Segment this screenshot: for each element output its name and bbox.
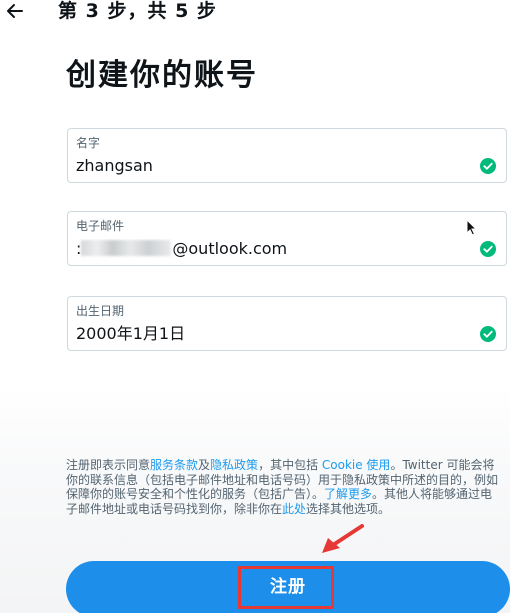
email-blurred-segment bbox=[81, 240, 172, 256]
email-field[interactable]: 电子邮件 : @outlook.com bbox=[67, 211, 507, 266]
back-button[interactable] bbox=[4, 0, 26, 22]
terms-text-segment: ，其中包括 bbox=[258, 458, 322, 472]
here-link[interactable]: 此处 bbox=[282, 502, 306, 516]
step-indicator: 第 3 步，共 5 步 bbox=[58, 0, 217, 22]
birthdate-field-value: 2000年1月1日 bbox=[76, 324, 186, 343]
check-circle-icon bbox=[480, 241, 496, 257]
arrow-left-icon bbox=[4, 0, 26, 22]
check-circle-icon bbox=[480, 326, 496, 342]
cookie-use-link[interactable]: Cookie 使用 bbox=[322, 458, 391, 472]
signup-step-page: 第 3 步，共 5 步 创建你的账号 名字 zhangsan 电子邮件 : @ou… bbox=[0, 0, 510, 613]
terms-text-segment: 选择其他选项。 bbox=[306, 501, 391, 516]
terms-text: 注册即表示同意服务条款及隐私政策，其中包括 Cookie 使用。Twitter … bbox=[66, 458, 500, 516]
terms-text-segment: 及 bbox=[198, 458, 211, 472]
page-title: 创建你的账号 bbox=[66, 58, 258, 93]
email-field-label: 电子邮件 bbox=[76, 219, 125, 233]
name-field-value: zhangsan bbox=[76, 156, 153, 175]
terms-of-service-link[interactable]: 服务条款 bbox=[150, 458, 198, 472]
name-field-label: 名字 bbox=[76, 136, 101, 150]
signup-button-label: 注册 bbox=[270, 577, 306, 597]
learn-more-link[interactable]: 了解更多 bbox=[324, 487, 372, 501]
birthdate-field-label: 出生日期 bbox=[76, 304, 125, 318]
check-circle-icon bbox=[480, 158, 496, 174]
terms-text-segment: 注册即表示同意 bbox=[66, 458, 151, 472]
birthdate-field[interactable]: 出生日期 2000年1月1日 bbox=[67, 296, 507, 351]
privacy-policy-link[interactable]: 隐私政策 bbox=[210, 458, 258, 472]
email-value-suffix: @outlook.com bbox=[172, 239, 288, 258]
email-field-value: : @outlook.com bbox=[76, 239, 466, 259]
signup-button[interactable]: 注册 bbox=[66, 561, 510, 613]
name-field[interactable]: 名字 zhangsan bbox=[67, 128, 507, 183]
mouse-pointer-icon bbox=[466, 219, 477, 236]
